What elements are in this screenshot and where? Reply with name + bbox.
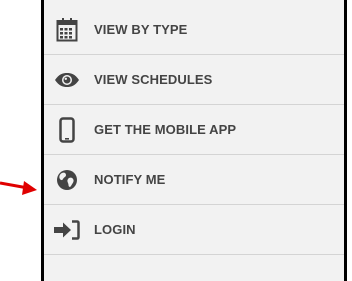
side-menu: VIEW BY TYPE VIEW SCHEDULES GET THE MOBI… [41,0,347,281]
globe-icon [54,167,80,193]
menu-item-label: VIEW BY TYPE [94,22,188,37]
red-pointer-arrow-icon [0,181,37,195]
menu-item-get-mobile-app[interactable]: GET THE MOBILE APP [44,105,344,155]
menu-item-notify-me[interactable]: NOTIFY ME [44,155,344,205]
login-icon [54,217,80,243]
menu-item-label: VIEW SCHEDULES [94,72,213,87]
eye-icon [54,67,80,93]
menu-item-label: LOGIN [94,222,136,237]
menu-item-label: NOTIFY ME [94,172,166,187]
menu-item-view-by-type[interactable]: VIEW BY TYPE [44,0,344,55]
menu-item-view-schedules[interactable]: VIEW SCHEDULES [44,55,344,105]
menu-item-partial [44,255,344,281]
screenshot-stage: VIEW BY TYPE VIEW SCHEDULES GET THE MOBI… [0,0,352,281]
menu-item-login[interactable]: LOGIN [44,205,344,255]
calendar-icon [54,17,80,43]
menu-item-label: GET THE MOBILE APP [94,122,237,137]
mobile-phone-icon [54,116,80,143]
